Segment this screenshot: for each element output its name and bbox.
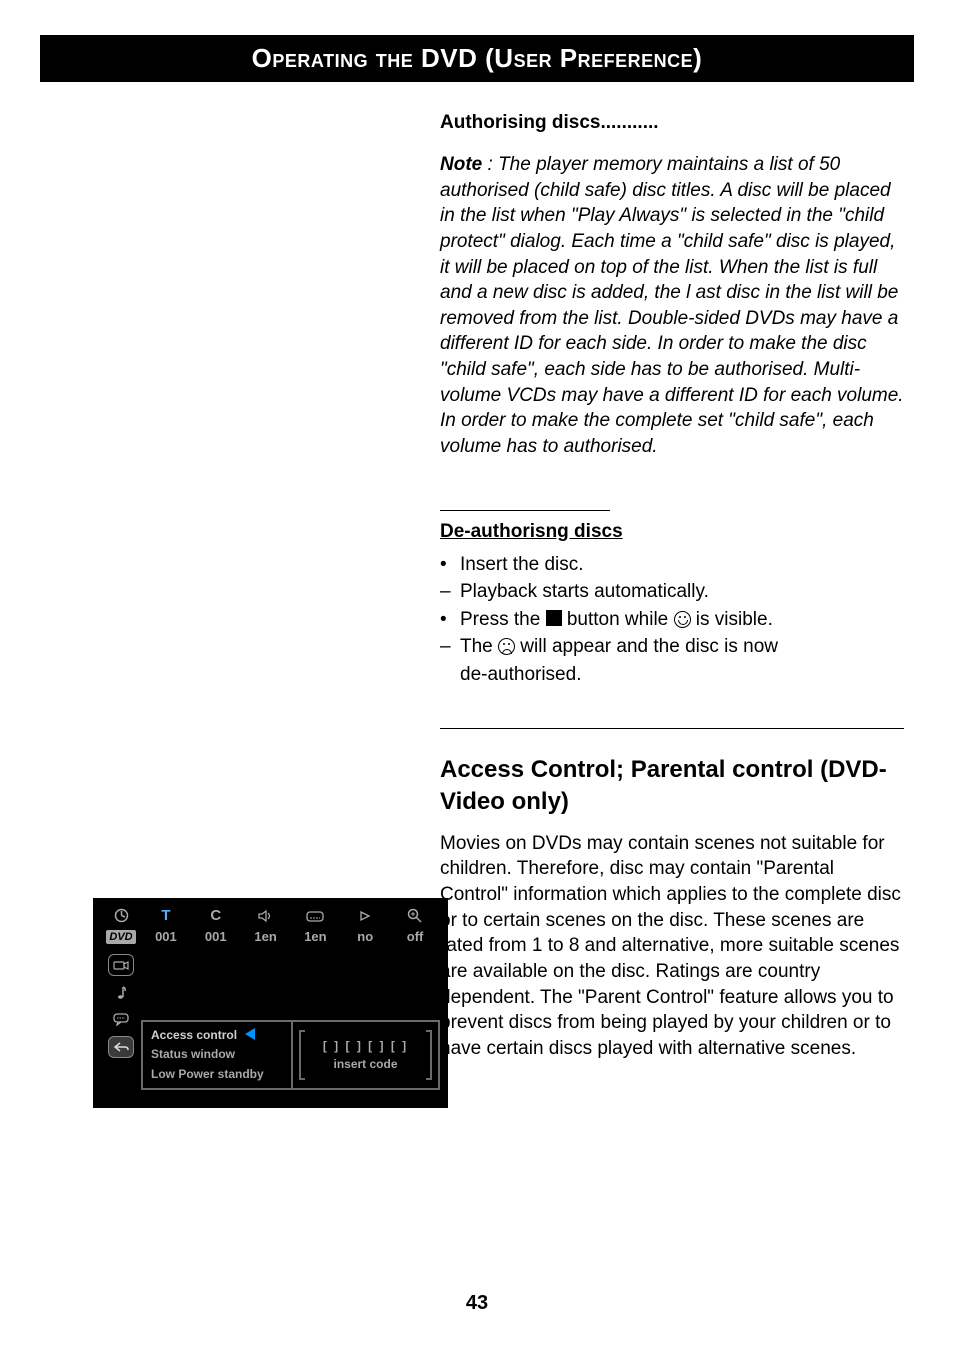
bullet: – bbox=[440, 578, 460, 606]
heading-authorising: Authorising discs........... bbox=[440, 112, 904, 134]
osd-value: 001 bbox=[141, 929, 191, 944]
access-control-body: Movies on DVDs may contain scenes not su… bbox=[440, 831, 904, 1062]
osd-value: off bbox=[390, 929, 440, 944]
section-divider bbox=[440, 728, 904, 729]
step-text: will appear and the disc is now bbox=[515, 636, 778, 657]
step-text: button while bbox=[562, 609, 674, 630]
audio-icon bbox=[241, 907, 291, 924]
heading-access-control: Access Control; Parental control (DVD-Vi… bbox=[440, 754, 904, 816]
osd-submenu: Access control Status window Low Power s… bbox=[141, 1020, 440, 1090]
bullet: • bbox=[440, 606, 460, 634]
step-text: Press the bbox=[460, 609, 546, 630]
speech-icon bbox=[108, 1010, 134, 1028]
zoom-icon bbox=[390, 906, 440, 923]
menu-item: Low Power standby bbox=[151, 1065, 291, 1084]
note-body: : The player memory maintains a list of … bbox=[440, 154, 904, 457]
step-text: The bbox=[460, 636, 498, 657]
return-icon bbox=[108, 1036, 134, 1058]
smile-icon bbox=[674, 611, 691, 628]
osd-value: no bbox=[340, 929, 390, 944]
arrow-left-icon bbox=[245, 1028, 255, 1040]
bullet: – bbox=[440, 633, 460, 688]
code-label: insert code bbox=[333, 1057, 397, 1071]
code-placeholder: [ ] [ ] [ ] [ ] bbox=[323, 1039, 408, 1053]
osd-value: 001 bbox=[191, 929, 241, 944]
osd-menu-graphic: T C DVD 001 001 1en 1en no off bbox=[93, 898, 448, 1108]
title-icon: T bbox=[141, 907, 191, 924]
angle-icon bbox=[340, 907, 390, 924]
osd-value: 1en bbox=[241, 929, 291, 944]
heading-deauthorising: De-authorisng discs bbox=[440, 521, 623, 543]
step-text: is visible. bbox=[691, 609, 773, 630]
note-block: Note : The player memory maintains a lis… bbox=[440, 152, 904, 460]
note-label: Note bbox=[440, 154, 482, 175]
page-number: 43 bbox=[0, 1292, 954, 1315]
dvd-logo: DVD bbox=[101, 928, 141, 944]
divider bbox=[440, 510, 610, 511]
subtitle-icon bbox=[290, 907, 340, 924]
camera-icon bbox=[108, 954, 134, 976]
bullet: • bbox=[440, 551, 460, 579]
menu-item: Status window bbox=[151, 1045, 291, 1064]
chapter-icon: C bbox=[191, 907, 241, 924]
page-title-banner: Operating the DVD (User Preference) bbox=[40, 35, 914, 82]
sad-icon bbox=[498, 638, 515, 655]
step-list: •Insert the disc. –Playback starts autom… bbox=[440, 551, 904, 689]
clock-icon bbox=[101, 907, 141, 924]
step-text: Playback starts automatically. bbox=[460, 581, 709, 602]
menu-item: Access control bbox=[151, 1028, 237, 1042]
stop-icon bbox=[546, 610, 562, 626]
osd-value: 1en bbox=[290, 929, 340, 944]
step-text: de-authorised. bbox=[460, 664, 581, 685]
note-icon bbox=[108, 984, 134, 1002]
step-text: Insert the disc. bbox=[460, 554, 584, 575]
